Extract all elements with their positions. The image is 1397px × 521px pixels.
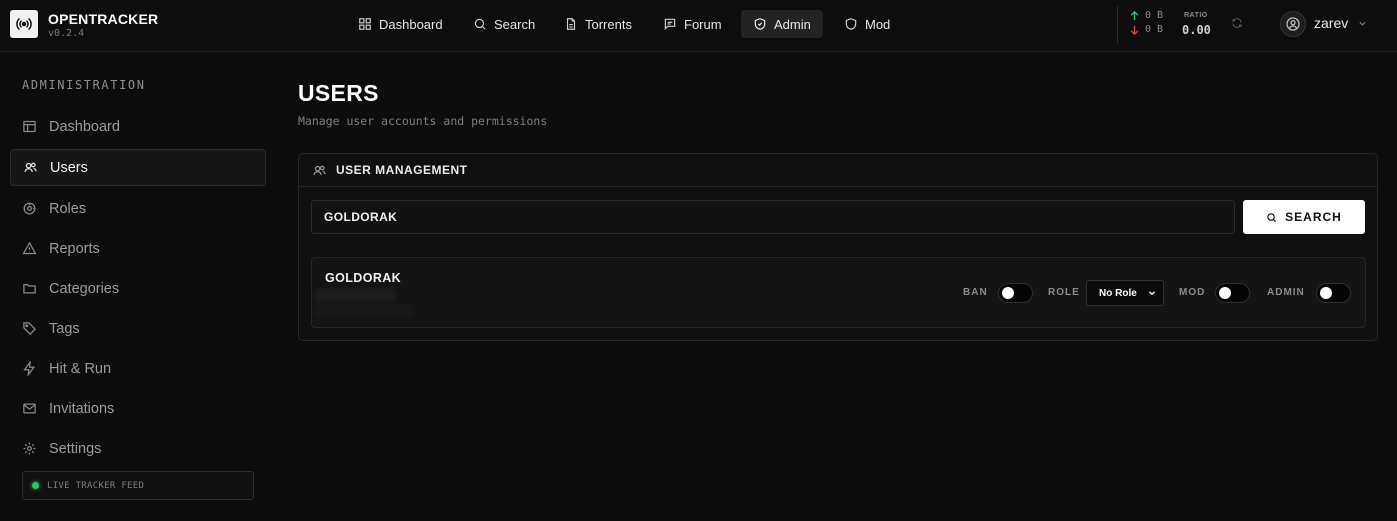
live-tracker-feed[interactable]: LIVE TRACKER FEED <box>22 471 254 500</box>
live-status-dot <box>32 482 39 489</box>
sidebar-item-label: Users <box>50 159 88 176</box>
nav-forum[interactable]: Forum <box>651 10 734 38</box>
grid-icon <box>359 18 371 30</box>
admin-toggle[interactable] <box>1316 283 1351 303</box>
nav-admin[interactable]: Admin <box>741 10 823 38</box>
nav-search-label: Search <box>494 16 536 32</box>
arrow-up-icon <box>1130 10 1139 20</box>
search-button[interactable]: SEARCH <box>1243 200 1365 234</box>
user-result-row: GOLDORAK BAN ROLE No Role MOD ADMIN <box>311 257 1366 328</box>
toggle-knob <box>1002 287 1014 299</box>
user-search-input[interactable] <box>311 200 1235 234</box>
mail-icon <box>23 403 36 414</box>
sidebar-item-reports[interactable]: Reports <box>10 230 266 267</box>
brand-name[interactable]: OPENTRACKER <box>48 11 158 27</box>
sidebar-item-label: Roles <box>49 200 87 217</box>
nav-torrents[interactable]: Torrents <box>552 10 644 38</box>
nav-admin-label: Admin <box>774 16 811 32</box>
toggle-knob <box>1219 287 1231 299</box>
chevron-down-icon[interactable] <box>1357 18 1368 29</box>
sidebar-item-users[interactable]: Users <box>10 149 266 186</box>
user-management-panel: USER MANAGEMENT SEARCH GOLDORAK BAN ROLE… <box>298 153 1378 341</box>
page-title: USERS <box>298 80 379 106</box>
redacted-info <box>315 304 412 318</box>
sidebar-item-label: Dashboard <box>49 118 120 135</box>
tag-icon <box>23 322 37 336</box>
refresh-icon[interactable] <box>1231 17 1243 29</box>
gear-icon <box>23 442 36 455</box>
nav-dashboard[interactable]: Dashboard <box>346 10 455 38</box>
sidebar-item-label: Reports <box>49 240 100 257</box>
upload-value: 0 B <box>1145 10 1164 21</box>
top-bar: OPENTRACKER v0.2.4 Dashboard Search Torr… <box>0 0 1397 52</box>
role-select-value: No Role <box>1099 287 1137 299</box>
broadcast-logo-icon[interactable] <box>10 10 38 38</box>
search-icon <box>1267 212 1277 222</box>
folder-icon <box>23 284 36 294</box>
shield-check-icon <box>754 18 766 30</box>
upload-stat: 0 B <box>1130 10 1163 21</box>
ban-toggle[interactable] <box>998 283 1033 303</box>
sidebar-item-roles[interactable]: Roles <box>10 190 266 227</box>
sidebar-item-hit-and-run[interactable]: Hit & Run <box>10 350 266 387</box>
bolt-icon <box>23 361 36 376</box>
panel-header: USER MANAGEMENT <box>299 154 1377 187</box>
user-name[interactable]: zarev <box>1314 15 1348 31</box>
role-label: ROLE <box>1048 287 1080 298</box>
ban-label: BAN <box>963 287 988 298</box>
sidebar-item-label: Settings <box>49 440 102 457</box>
message-square-icon <box>664 18 676 31</box>
toggle-knob <box>1320 287 1332 299</box>
chevron-down-icon <box>1149 291 1155 296</box>
nav-dashboard-label: Dashboard <box>379 16 443 32</box>
avatar[interactable] <box>1280 11 1306 37</box>
redacted-info <box>315 289 395 303</box>
mod-label: MOD <box>1179 287 1206 298</box>
mod-toggle[interactable] <box>1215 283 1250 303</box>
nav-search[interactable]: Search <box>461 10 547 38</box>
sidebar-item-tags[interactable]: Tags <box>10 310 266 347</box>
stats-divider <box>1117 6 1118 44</box>
nav-torrents-label: Torrents <box>585 16 632 32</box>
page-subtitle: Manage user accounts and permissions <box>298 114 548 128</box>
role-select[interactable]: No Role <box>1086 280 1164 306</box>
layout-icon <box>23 120 36 133</box>
search-button-label: SEARCH <box>1285 210 1342 224</box>
nav-mod[interactable]: Mod <box>832 10 902 38</box>
users-icon <box>24 162 37 173</box>
search-icon <box>474 18 486 30</box>
sidebar-item-dashboard[interactable]: Dashboard <box>10 108 266 145</box>
sidebar-item-label: Tags <box>49 320 80 337</box>
alert-icon <box>22 241 37 255</box>
sidebar-item-label: Hit & Run <box>49 360 112 377</box>
file-icon <box>566 18 576 30</box>
sidebar-title: ADMINISTRATION <box>22 78 146 92</box>
ratio-label: RATIO <box>1184 12 1208 19</box>
arrow-down-icon <box>1130 25 1139 35</box>
users-icon <box>313 165 326 175</box>
sidebar-item-label: Invitations <box>49 400 115 417</box>
sidebar-item-categories[interactable]: Categories <box>10 270 266 307</box>
live-feed-label: LIVE TRACKER FEED <box>47 480 145 491</box>
nav-forum-label: Forum <box>684 16 722 32</box>
nav-mod-label: Mod <box>865 16 891 32</box>
panel-title: USER MANAGEMENT <box>336 163 468 177</box>
brand-version: v0.2.4 <box>48 28 85 39</box>
user-icon <box>1286 17 1300 31</box>
badge-icon <box>23 202 36 215</box>
admin-label: ADMIN <box>1267 287 1305 298</box>
sidebar-item-label: Categories <box>49 280 120 297</box>
ratio-value: 0.00 <box>1182 23 1211 37</box>
sidebar-item-invitations[interactable]: Invitations <box>10 390 266 427</box>
result-username: GOLDORAK <box>325 271 402 285</box>
shield-icon <box>845 18 857 30</box>
download-stat: 0 B <box>1130 24 1163 35</box>
sidebar-item-settings[interactable]: Settings <box>10 430 266 467</box>
download-value: 0 B <box>1145 24 1164 35</box>
